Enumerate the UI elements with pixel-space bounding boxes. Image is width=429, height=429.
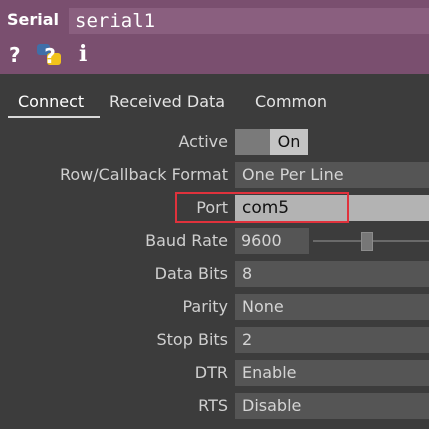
param-row-parity: Parity None xyxy=(0,293,429,321)
operator-type-label: Serial xyxy=(7,10,60,29)
info-icon[interactable]: i xyxy=(79,42,87,66)
active-toggle-off-segment[interactable] xyxy=(235,129,270,155)
param-row-dtr: DTR Enable xyxy=(0,359,429,387)
param-label-dtr: DTR xyxy=(194,363,228,382)
param-row-active: Active On xyxy=(0,128,429,156)
row-callback-format-menu[interactable]: One Per Line xyxy=(235,162,429,188)
svg-text:?: ? xyxy=(44,44,56,68)
rts-menu[interactable]: Disable xyxy=(235,393,429,419)
param-label-data-bits: Data Bits xyxy=(154,264,228,283)
operator-header: Serial serial1 ? ? i xyxy=(0,0,429,74)
param-label-active: Active xyxy=(178,132,229,151)
param-row-port: Port com5 xyxy=(0,194,429,222)
header-icon-bar: ? ? i xyxy=(0,40,429,70)
param-row-stop-bits: Stop Bits 2 xyxy=(0,326,429,354)
python-help-icon[interactable]: ? xyxy=(35,42,65,68)
stop-bits-menu[interactable]: 2 xyxy=(235,327,429,353)
port-field[interactable]: com5 xyxy=(235,195,429,221)
param-row-row-callback-format: Row/Callback Format One Per Line xyxy=(0,161,429,189)
data-bits-menu[interactable]: 8 xyxy=(235,261,429,287)
parameter-tabs: Connect Received Data Common xyxy=(0,86,429,120)
operator-name-field[interactable]: serial1 xyxy=(69,8,429,34)
baud-rate-slider-handle[interactable] xyxy=(361,232,373,251)
param-row-rts: RTS Disable xyxy=(0,392,429,420)
param-label-baud-rate: Baud Rate xyxy=(145,231,228,250)
param-label-rts: RTS xyxy=(198,396,228,415)
baud-rate-field[interactable]: 9600 xyxy=(235,228,309,254)
tab-received-data[interactable]: Received Data xyxy=(109,90,225,114)
param-label-parity: Parity xyxy=(182,297,229,316)
param-row-data-bits: Data Bits 8 xyxy=(0,260,429,288)
tab-common[interactable]: Common xyxy=(255,90,327,114)
dtr-menu[interactable]: Enable xyxy=(235,360,429,386)
parity-menu[interactable]: None xyxy=(235,294,429,320)
param-label-port: Port xyxy=(196,198,228,217)
tab-connect[interactable]: Connect xyxy=(18,90,84,114)
param-label-row-callback-format: Row/Callback Format xyxy=(59,165,228,184)
active-tab-underline xyxy=(8,116,100,118)
active-toggle-button[interactable]: On xyxy=(270,129,308,155)
help-icon[interactable]: ? xyxy=(9,43,21,67)
param-label-stop-bits: Stop Bits xyxy=(156,330,229,349)
param-row-baud-rate: Baud Rate 9600 xyxy=(0,227,429,255)
